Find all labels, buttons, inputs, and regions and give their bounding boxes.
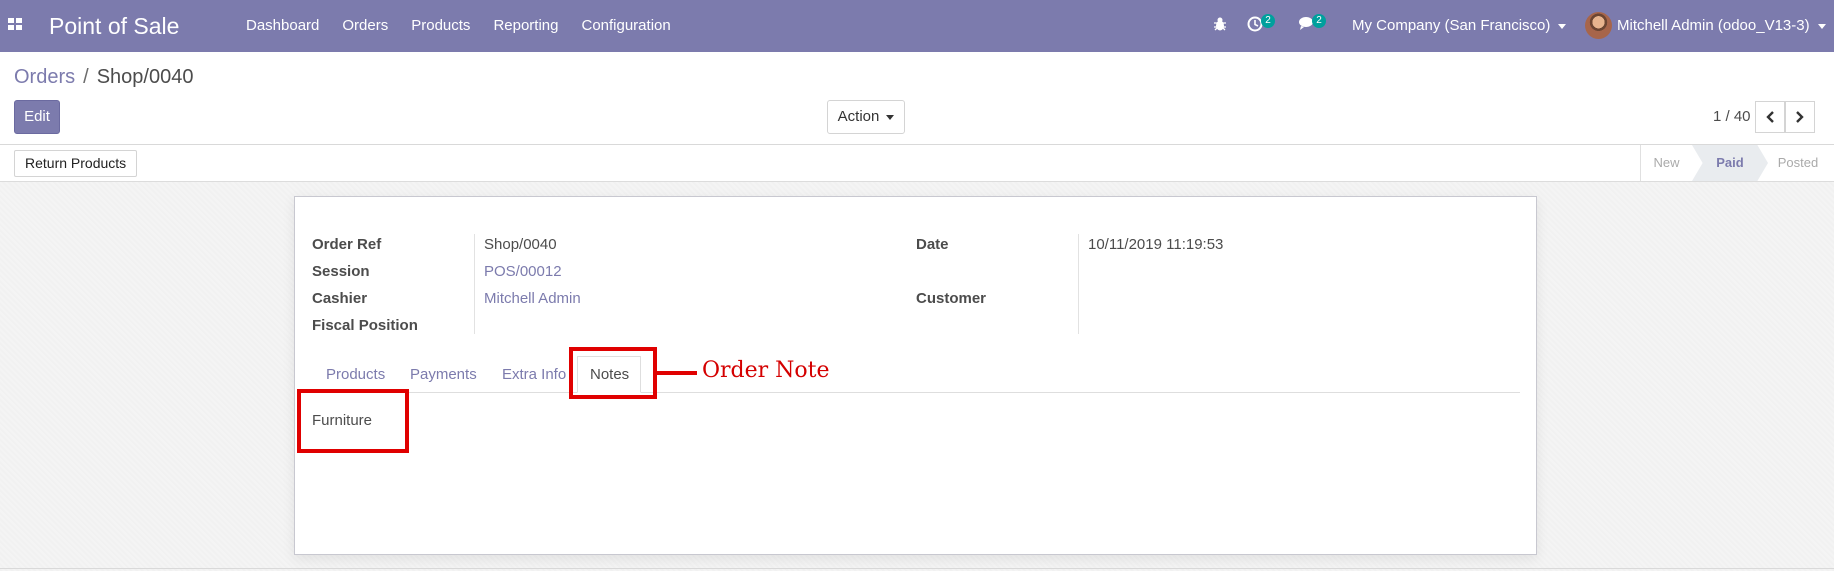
customer-label: Customer (916, 290, 987, 307)
user-avatar[interactable] (1585, 12, 1612, 39)
bug-icon[interactable] (1213, 16, 1227, 36)
pager-value[interactable]: 1 / 40 (1713, 108, 1751, 125)
pager-previous-button[interactable] (1755, 101, 1785, 133)
action-dropdown[interactable]: Action (827, 100, 905, 134)
annotation-connector (657, 371, 697, 375)
date-label: Date (916, 236, 949, 253)
stage-paid: Paid (1692, 145, 1768, 181)
breadcrumb: Orders / Shop/0040 (14, 66, 193, 89)
note-content-highlight (297, 389, 409, 453)
session-link[interactable]: POS/00012 (484, 263, 562, 280)
app-title[interactable]: Point of Sale (49, 13, 179, 40)
order-ref-value: Shop/0040 (484, 236, 557, 253)
chevron-down-icon (886, 114, 895, 120)
tab-extra-info[interactable]: Extra Info (502, 366, 566, 383)
cashier-link[interactable]: Mitchell Admin (484, 290, 581, 307)
breadcrumb-orders[interactable]: Orders (14, 66, 75, 88)
company-name: My Company (San Francisco) (1352, 17, 1551, 34)
menu-item-configuration[interactable]: Configuration (581, 17, 670, 34)
session-label: Session (312, 263, 370, 280)
status-bar: Return Products New Paid Posted (0, 145, 1834, 182)
annotation-label: Order Note (702, 358, 830, 383)
fiscal-position-label: Fiscal Position (312, 317, 418, 334)
breadcrumb-separator: / (83, 66, 89, 88)
tab-products[interactable]: Products (326, 366, 385, 383)
menu-item-reporting[interactable]: Reporting (493, 17, 558, 34)
chevron-down-icon (1558, 23, 1567, 29)
menu-item-products[interactable]: Products (411, 17, 470, 34)
cashier-label: Cashier (312, 290, 368, 307)
activity-clock-icon[interactable]: 2 (1247, 14, 1275, 36)
user-menu[interactable]: Mitchell Admin (odoo_V13-3) (1617, 17, 1826, 34)
menu-item-orders[interactable]: Orders (342, 17, 388, 34)
order-ref-label: Order Ref (312, 236, 382, 253)
apps-grid-icon[interactable] (8, 18, 24, 32)
stage-posted: Posted (1777, 155, 1819, 170)
edit-button[interactable]: Edit (14, 100, 60, 134)
pager-next-button[interactable] (1785, 101, 1815, 133)
left-field-separator (474, 234, 475, 334)
chevron-down-icon (1817, 23, 1826, 29)
return-products-button[interactable]: Return Products (14, 150, 138, 177)
user-name: Mitchell Admin (odoo_V13-3) (1617, 17, 1810, 34)
activity-badge: 2 (1261, 14, 1275, 28)
messages-badge: 2 (1312, 14, 1326, 28)
messages-icon[interactable]: 2 (1298, 14, 1326, 35)
stage-new: New (1640, 145, 1692, 181)
company-switcher[interactable]: My Company (San Francisco) (1352, 17, 1567, 34)
tab-payments[interactable]: Payments (410, 366, 477, 383)
chevron-left-icon (1766, 111, 1774, 123)
main-menu: Dashboard Orders Products Reporting Conf… (246, 17, 694, 34)
date-value: 10/11/2019 11:19:53 (1088, 236, 1224, 253)
chevron-right-icon (1796, 111, 1804, 123)
right-field-separator (1078, 234, 1079, 334)
tabs-underline (310, 392, 1520, 393)
top-navbar: Point of Sale Dashboard Orders Products … (0, 0, 1834, 52)
notes-tab-highlight (569, 347, 657, 399)
menu-item-dashboard[interactable]: Dashboard (246, 17, 319, 34)
breadcrumb-current: Shop/0040 (96, 66, 194, 88)
action-label: Action (837, 108, 880, 125)
